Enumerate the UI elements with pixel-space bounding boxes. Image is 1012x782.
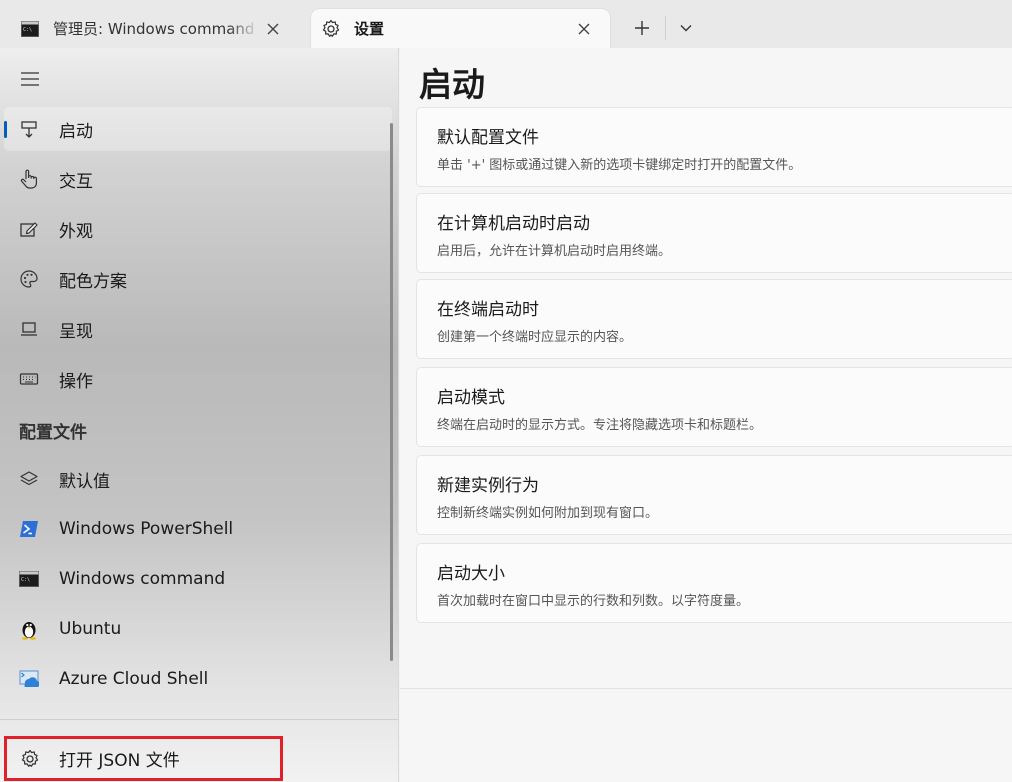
- open-json-label: 打开 JSON 文件: [59, 751, 180, 771]
- selection-indicator: [4, 121, 7, 138]
- main-footer-divider: [400, 688, 1012, 689]
- gear-icon: [321, 19, 341, 39]
- setting-title: 启动模式: [437, 388, 505, 408]
- setting-card-on-terminal-startup[interactable]: 在终端启动时 创建第一个终端时应显示的内容。: [416, 279, 1012, 359]
- svg-text:C:\: C:\: [21, 577, 30, 583]
- plus-icon: [635, 21, 649, 35]
- setting-title: 新建实例行为: [437, 476, 539, 496]
- tab-title: 管理员: Windows command - g: [53, 20, 259, 38]
- tab-windows-command[interactable]: C:\ 管理员: Windows command - g: [8, 9, 304, 48]
- sidebar-item-interaction[interactable]: 交互: [4, 157, 392, 201]
- launch-icon: [18, 118, 40, 140]
- setting-card-launch-on-startup[interactable]: 在计算机启动时启动 启用后，允许在计算机启动时启用终端。: [416, 193, 1012, 273]
- sidebar-item-color-schemes[interactable]: 配色方案: [4, 257, 392, 301]
- setting-description: 控制新终端实例如何附加到现有窗口。: [437, 506, 659, 521]
- setting-card-new-instance-behavior[interactable]: 新建实例行为 控制新终端实例如何附加到现有窗口。: [416, 455, 1012, 535]
- setting-title: 在计算机启动时启动: [437, 214, 590, 234]
- palette-icon: [18, 268, 40, 290]
- new-tab-dropdown-button[interactable]: [668, 12, 704, 44]
- setting-description: 首次加载时在窗口中显示的行数和列数。以字符度量。: [437, 594, 750, 609]
- menu-toggle-button[interactable]: [10, 63, 50, 95]
- sidebar-item-azure-cloud-shell[interactable]: Azure Cloud Shell: [4, 657, 392, 701]
- sidebar-item-ubuntu[interactable]: Ubuntu: [4, 607, 392, 651]
- setting-description: 启用后，允许在计算机启动时启用终端。: [437, 244, 672, 259]
- setting-title: 默认配置文件: [437, 128, 539, 148]
- setting-title: 在终端启动时: [437, 300, 539, 320]
- hand-pointer-icon: [18, 168, 40, 190]
- chevron-down-icon: [680, 25, 692, 32]
- sidebar-item-label: Windows command: [59, 569, 226, 589]
- sidebar-footer-divider: [0, 719, 399, 720]
- setting-description: 创建第一个终端时应显示的内容。: [437, 330, 633, 345]
- page-title: 启动: [419, 65, 485, 104]
- profiles-section-header: 配置文件: [19, 423, 87, 443]
- powershell-icon: [18, 518, 40, 540]
- sidebar-item-appearance[interactable]: 外观: [4, 207, 392, 251]
- open-json-file-button[interactable]: 打开 JSON 文件: [4, 736, 283, 781]
- sidebar-item-label: 外观: [59, 221, 93, 242]
- sidebar: 启动 交互 外观 配色方案 呈现 操作 配置文件 默认值 Windows Pow…: [0, 48, 399, 782]
- gear-icon: [19, 748, 41, 770]
- sidebar-item-label: 呈现: [59, 321, 93, 342]
- sidebar-item-label: Windows PowerShell: [59, 519, 234, 539]
- settings-main-panel: 启动 默认配置文件 单击 '+' 图标或通过键入新的选项卡键绑定时打开的配置文件…: [400, 48, 1012, 782]
- sidebar-item-label: 配色方案: [59, 271, 127, 292]
- sidebar-item-label: 默认值: [59, 471, 110, 492]
- keyboard-icon: [18, 368, 40, 390]
- edit-appearance-icon: [18, 218, 40, 240]
- svg-text:C:\: C:\: [23, 27, 32, 33]
- sidebar-item-label: 操作: [59, 371, 93, 392]
- sidebar-item-label: Azure Cloud Shell: [59, 669, 209, 689]
- sidebar-item-actions[interactable]: 操作: [4, 357, 392, 401]
- layers-icon: [18, 468, 40, 490]
- sidebar-item-defaults[interactable]: 默认值: [4, 457, 392, 501]
- tab-strip: C:\ 管理员: Windows command - g 设置: [0, 0, 1012, 48]
- setting-card-launch-mode[interactable]: 启动模式 终端在启动时的显示方式。专注将隐藏选项卡和标题栏。: [416, 367, 1012, 447]
- sidebar-item-label: Ubuntu: [59, 619, 122, 639]
- setting-card-launch-size[interactable]: 启动大小 首次加载时在窗口中显示的行数和列数。以字符度量。: [416, 543, 1012, 623]
- setting-card-default-profile[interactable]: 默认配置文件 单击 '+' 图标或通过键入新的选项卡键绑定时打开的配置文件。: [416, 107, 1012, 187]
- sidebar-item-windows-command[interactable]: C:\ Windows command: [4, 557, 392, 601]
- sidebar-scrollbar[interactable]: [390, 123, 393, 661]
- cmd-icon: C:\: [18, 568, 40, 590]
- monitor-icon: [18, 318, 40, 340]
- sidebar-item-rendering[interactable]: 呈现: [4, 307, 392, 351]
- tab-strip-divider: [665, 16, 666, 40]
- sidebar-item-label: 启动: [59, 121, 93, 142]
- setting-description: 单击 '+' 图标或通过键入新的选项卡键绑定时打开的配置文件。: [437, 158, 802, 173]
- cmd-icon: C:\: [20, 19, 40, 39]
- close-icon[interactable]: [259, 15, 287, 43]
- hamburger-icon: [21, 72, 39, 86]
- tab-title: 设置: [354, 20, 385, 38]
- sidebar-item-launch[interactable]: 启动: [4, 107, 392, 151]
- azure-cloud-shell-icon: [18, 668, 40, 690]
- setting-title: 启动大小: [437, 564, 505, 584]
- close-icon[interactable]: [570, 15, 598, 43]
- linux-penguin-icon: [18, 618, 40, 640]
- tab-settings[interactable]: 设置: [311, 9, 610, 48]
- sidebar-item-windows-powershell[interactable]: Windows PowerShell: [4, 507, 392, 551]
- new-tab-button[interactable]: [624, 12, 660, 44]
- sidebar-item-label: 交互: [59, 171, 93, 192]
- setting-description: 终端在启动时的显示方式。专注将隐藏选项卡和标题栏。: [437, 418, 763, 433]
